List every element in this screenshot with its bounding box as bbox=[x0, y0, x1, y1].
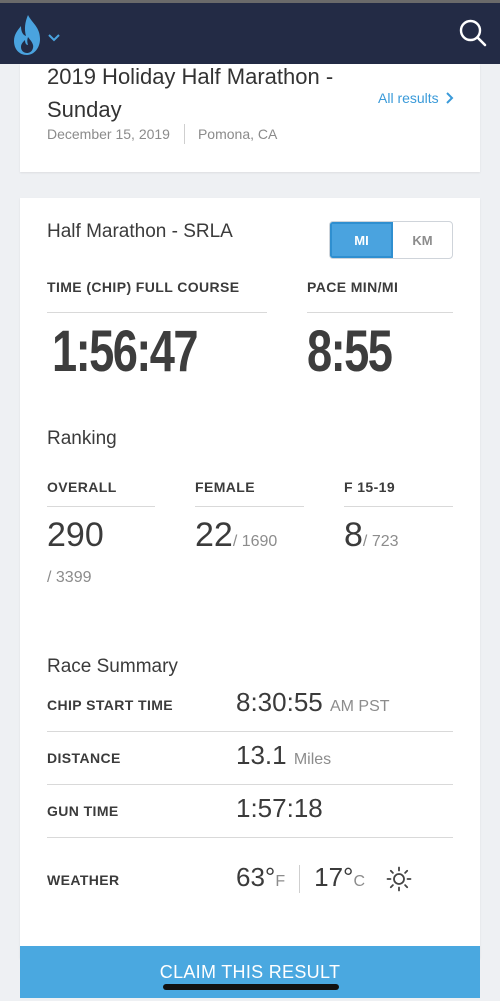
overall-label: OVERALL bbox=[47, 479, 117, 495]
gender-total: / 1690 bbox=[232, 533, 278, 550]
all-results-label: All results bbox=[378, 90, 439, 106]
claim-result-button[interactable]: CLAIM THIS RESULT bbox=[20, 946, 480, 998]
age-group-label: F 15-19 bbox=[344, 479, 396, 495]
divider bbox=[47, 312, 267, 313]
summary-label: GUN TIME bbox=[47, 803, 119, 819]
all-results-link[interactable]: All results bbox=[378, 90, 454, 106]
weather-label: WEATHER bbox=[47, 872, 120, 888]
unit-toggle: MI KM bbox=[329, 221, 453, 259]
overall-rank: 290 bbox=[47, 516, 104, 554]
flame-logo-icon[interactable] bbox=[10, 13, 46, 57]
unit-km-button[interactable]: KM bbox=[393, 222, 452, 258]
summary-value: 8:30:55 AM PST bbox=[236, 687, 390, 717]
home-indicator bbox=[163, 984, 339, 990]
divider bbox=[47, 506, 155, 507]
meta-divider bbox=[183, 124, 185, 144]
summary-label: CHIP START TIME bbox=[47, 697, 174, 713]
gender-label: FEMALE bbox=[195, 479, 255, 495]
event-location: Pomona, CA bbox=[197, 126, 278, 142]
unit-mi-button[interactable]: MI bbox=[330, 222, 393, 258]
summary-row-gun-time: GUN TIME 1:57:18 bbox=[47, 785, 453, 837]
event-date: December 15, 2019 bbox=[47, 126, 170, 142]
summary-value: 13.1 Miles bbox=[236, 740, 332, 770]
divider bbox=[47, 837, 453, 838]
gender-rank: 22 bbox=[195, 516, 233, 554]
ranking-title: Ranking bbox=[47, 428, 117, 449]
race-name: Half Marathon - SRLA bbox=[47, 221, 233, 242]
divider bbox=[344, 506, 453, 507]
summary-value: 1:57:18 bbox=[236, 793, 323, 823]
sun-icon bbox=[386, 866, 412, 892]
event-meta: December 15, 2019 Pomona, CA bbox=[47, 124, 277, 144]
age-group-rank-group: 8/ 723 bbox=[344, 516, 399, 555]
overall-total: / 3399 bbox=[47, 569, 92, 586]
summary-row-chip-start: CHIP START TIME 8:30:55 AM PST bbox=[47, 679, 453, 731]
pace-value: 8:55 bbox=[307, 319, 393, 384]
chip-time-value: 1:56:47 bbox=[52, 319, 199, 384]
race-summary-title: Race Summary bbox=[47, 656, 178, 677]
gender-rank-group: 22/ 1690 bbox=[195, 516, 277, 555]
top-navigation-bar bbox=[0, 0, 500, 64]
summary-row-weather: WEATHER 63°F 17°C bbox=[47, 854, 453, 906]
event-card: 2019 Holiday Half Marathon - Sunday Dece… bbox=[20, 64, 480, 172]
divider bbox=[195, 506, 304, 507]
event-title: 2019 Holiday Half Marathon - Sunday bbox=[47, 64, 334, 122]
chevron-down-icon[interactable] bbox=[47, 33, 61, 43]
chevron-right-icon bbox=[445, 92, 454, 104]
weather-value: 63°F 17°C bbox=[236, 862, 412, 894]
summary-row-distance: DISTANCE 13.1 Miles bbox=[47, 732, 453, 784]
search-icon[interactable] bbox=[458, 18, 488, 48]
divider bbox=[307, 312, 453, 313]
age-group-total: / 723 bbox=[362, 533, 399, 550]
age-group-rank: 8 bbox=[344, 516, 363, 554]
chip-time-label: TIME (CHIP) FULL COURSE bbox=[47, 279, 240, 295]
summary-label: DISTANCE bbox=[47, 750, 121, 766]
pace-label: PACE MIN/MI bbox=[307, 279, 399, 295]
result-card: Half Marathon - SRLA MI KM TIME (CHIP) F… bbox=[20, 198, 480, 958]
